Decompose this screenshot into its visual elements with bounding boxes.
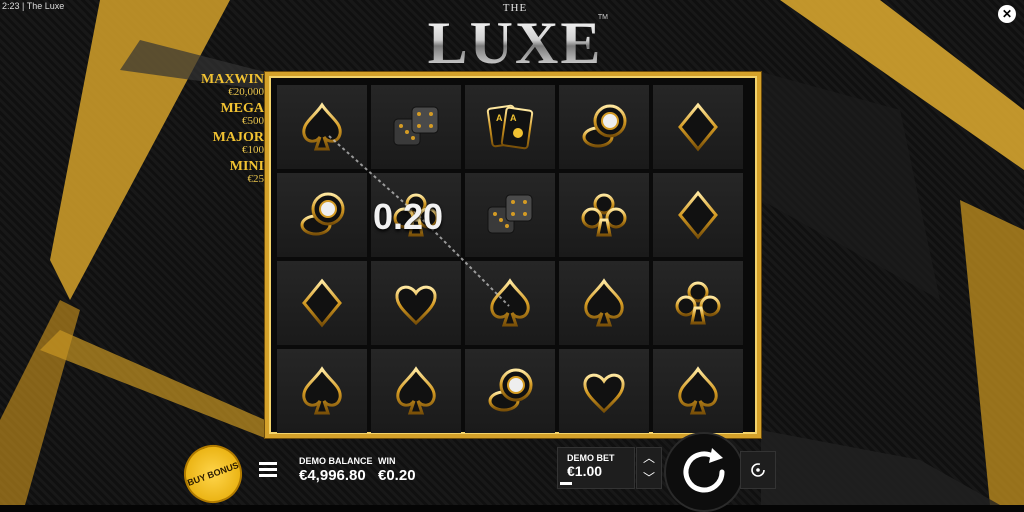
jackpot-value: €100 — [242, 144, 264, 156]
close-icon: ✕ — [1001, 7, 1013, 21]
autoplay-icon — [751, 463, 765, 477]
diamond-icon — [678, 102, 718, 152]
win-label: WIN — [378, 456, 396, 466]
bet-display: DEMO BET €1.00 — [557, 447, 635, 489]
jackpot-mini: MINI €25 — [201, 159, 264, 185]
club-icon — [581, 193, 627, 237]
svg-text:A: A — [510, 113, 517, 123]
chips-icon — [488, 368, 533, 412]
reel-cell — [277, 85, 367, 169]
heart-icon — [395, 285, 437, 326]
reel-cell — [653, 173, 743, 257]
bet-value: €1.00 — [567, 463, 603, 479]
reel-cell — [465, 261, 555, 345]
reel-cell — [559, 173, 649, 257]
reel-cell — [653, 85, 743, 169]
jackpot-mega: MEGA €500 — [201, 101, 264, 127]
reel-cell — [277, 173, 367, 257]
reel-cell — [653, 349, 743, 433]
heart-icon — [583, 373, 625, 414]
jackpot-value: €20,000 — [228, 86, 264, 98]
balance-display: DEMO BALANCE €4,996.80 — [299, 456, 373, 484]
dice-icon — [487, 194, 533, 234]
reel-cell — [653, 261, 743, 345]
jackpot-name: MAJOR — [212, 130, 264, 145]
reel-cell — [371, 85, 461, 169]
reel-cell — [371, 261, 461, 345]
game-logo: THE LUXE TM — [420, 2, 610, 74]
jackpot-maxwin: MAXWIN €20,000 — [201, 72, 264, 98]
reel-cell — [559, 349, 649, 433]
jackpot-name: MEGA — [220, 101, 264, 116]
buy-bonus-label: BUY BONUS — [185, 460, 241, 488]
reel-grid: AA — [277, 85, 743, 433]
close-button[interactable]: ✕ — [998, 5, 1016, 23]
bet-decrease-icon[interactable]: ﹀ — [643, 472, 655, 484]
spade-icon — [302, 102, 342, 151]
jackpot-list: MAXWIN €20,000 MEGA €500 MAJOR €100 MINI… — [201, 72, 264, 188]
reel-cell: AA — [465, 85, 555, 169]
jackpot-major: MAJOR €100 — [201, 130, 264, 156]
clock: 2:23 — [2, 1, 20, 11]
window-title: The Luxe — [26, 1, 65, 11]
reel-cell — [277, 261, 367, 345]
win-display: WIN €0.20 — [378, 456, 416, 484]
spade-icon — [678, 366, 718, 415]
menu-button[interactable] — [259, 462, 277, 480]
logo-name: LUXE — [420, 13, 610, 73]
jackpot-name: MAXWIN — [201, 72, 264, 87]
dice-icon — [393, 106, 439, 146]
balance-label: DEMO BALANCE — [299, 456, 373, 466]
autoplay-button[interactable] — [740, 451, 776, 489]
diamond-icon — [302, 278, 342, 328]
spin-icon — [683, 448, 725, 493]
reels-frame: AA 0.20 — [265, 72, 761, 438]
reel-cell — [371, 349, 461, 433]
reel-cell — [465, 173, 555, 257]
win-amount-overlay: 0.20 — [373, 196, 444, 237]
spin-button[interactable] — [664, 432, 744, 512]
spade-icon — [396, 366, 436, 415]
aces-cards-icon: AA — [486, 104, 534, 150]
club-icon — [675, 281, 721, 325]
spade-icon — [490, 278, 530, 327]
chips-icon — [582, 104, 627, 148]
bet-level-bar — [560, 482, 572, 485]
jackpot-name: MINI — [229, 159, 264, 174]
win-value: €0.20 — [378, 467, 416, 484]
balance-value: €4,996.80 — [299, 467, 366, 484]
jackpot-value: €500 — [242, 115, 264, 127]
spade-icon — [302, 366, 342, 415]
logo-tm: TM — [597, 14, 608, 21]
bet-increase-icon[interactable]: ︿ — [643, 452, 655, 464]
reel-cell — [559, 261, 649, 345]
bet-stepper: ︿ ﹀ — [636, 447, 662, 489]
reel-cell — [465, 349, 555, 433]
jackpot-value: €25 — [247, 173, 265, 185]
chips-icon — [300, 192, 345, 236]
bet-label: DEMO BET — [567, 453, 615, 463]
reel-cell — [559, 85, 649, 169]
reel-cell — [277, 349, 367, 433]
svg-text:A: A — [496, 113, 503, 123]
diamond-icon — [678, 190, 718, 240]
window-title-bar: 2:23 | The Luxe — [2, 1, 65, 11]
spade-icon — [584, 278, 624, 327]
